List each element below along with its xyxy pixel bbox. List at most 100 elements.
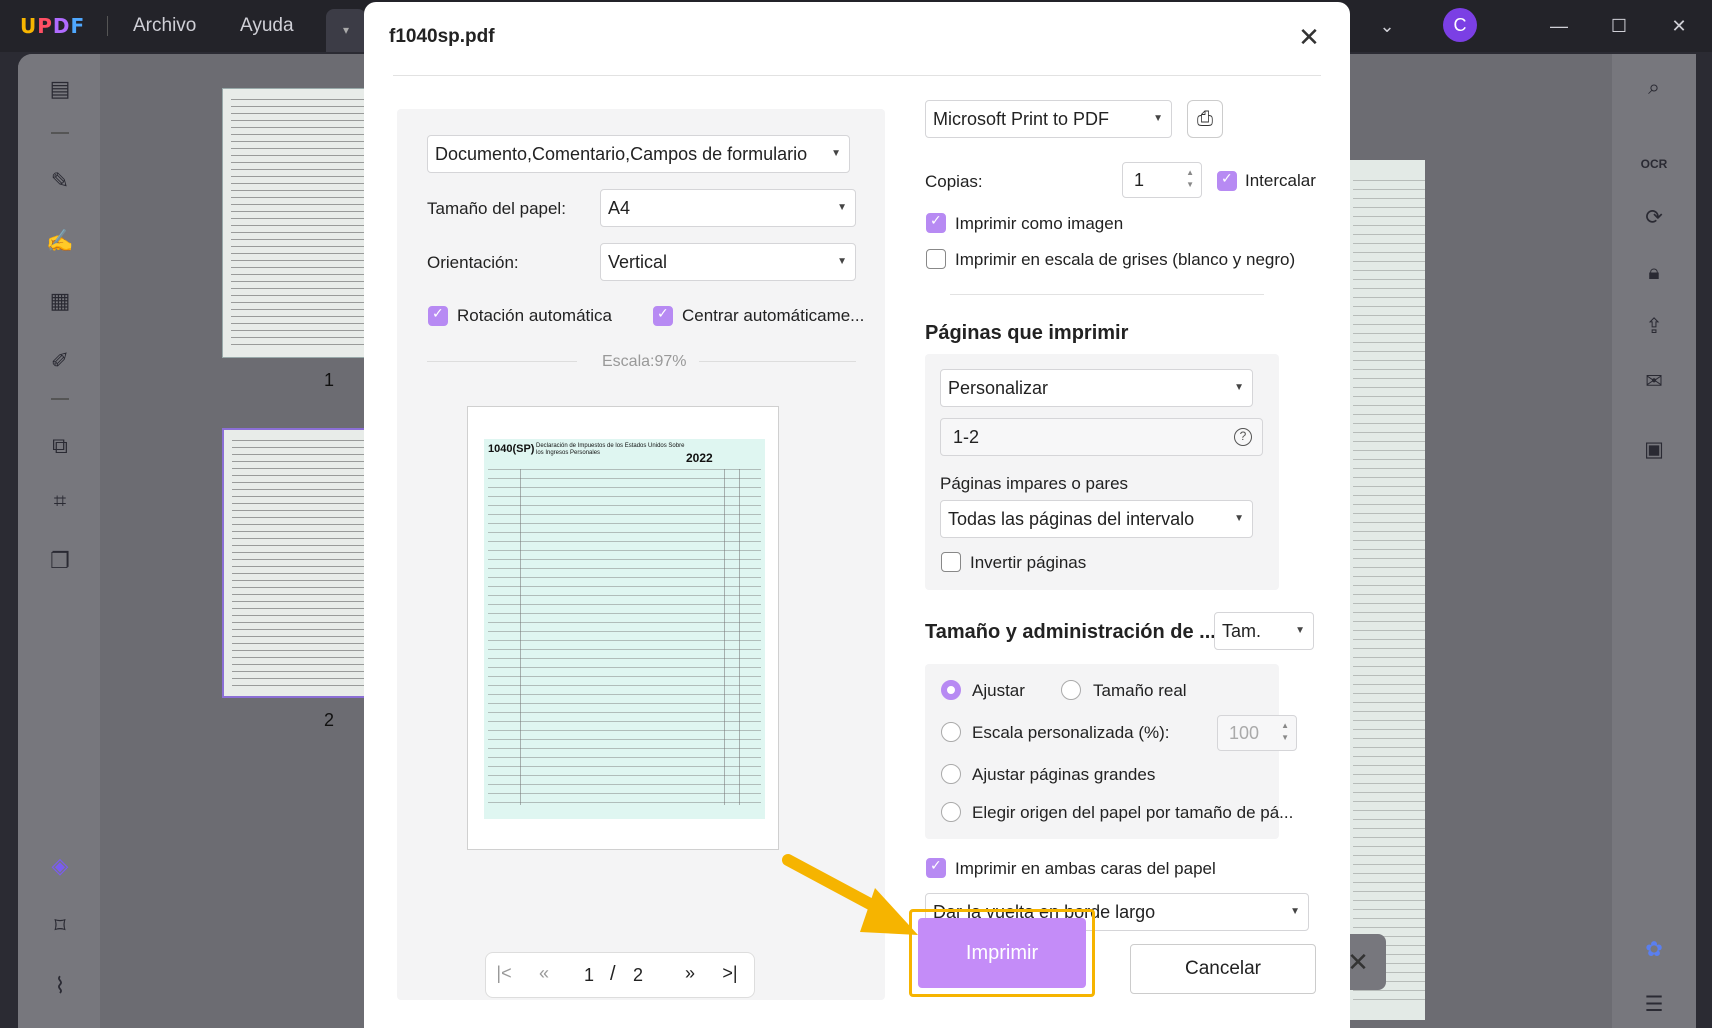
- pages-mode-select[interactable]: Personalizar ▼: [940, 369, 1253, 407]
- maximize-icon[interactable]: ☐: [1604, 11, 1634, 41]
- reader-icon[interactable]: ▤: [43, 72, 77, 106]
- printer-select[interactable]: Microsoft Print to PDF ▼: [925, 100, 1172, 138]
- organize-icon[interactable]: ⧉: [43, 429, 77, 463]
- custom-scale-radio[interactable]: [941, 722, 961, 742]
- bookmark-icon[interactable]: ⌑: [43, 909, 77, 943]
- content-select[interactable]: Documento,Comentario,Campos de formulari…: [427, 135, 850, 173]
- orientation-label: Orientación:: [427, 253, 519, 272]
- paper-source-radio[interactable]: [941, 802, 961, 822]
- paper-size-select[interactable]: A4 ▼: [600, 189, 856, 227]
- toolbar-separator: [51, 132, 69, 134]
- first-page-icon[interactable]: |<: [492, 963, 516, 984]
- content-select-value: Documento,Comentario,Campos de formulari…: [435, 144, 808, 164]
- pages-icon[interactable]: ❐: [43, 544, 77, 578]
- odd-even-value: Todas las páginas del intervalo: [948, 509, 1195, 529]
- spinner-icon[interactable]: ▲ ▼: [1186, 167, 1194, 191]
- grayscale-checkbox[interactable]: [926, 249, 946, 269]
- document-tab[interactable]: ▾: [326, 9, 366, 52]
- actual-size-radio[interactable]: [1061, 680, 1081, 700]
- menu-ayuda[interactable]: Ayuda: [240, 15, 294, 37]
- page-range-value: 1-2: [953, 427, 980, 447]
- auto-rotate-label: Rotación automática: [457, 306, 612, 325]
- thumbnail-panel: 1 2: [200, 70, 378, 1028]
- thumbnail-page-2[interactable]: [222, 428, 378, 698]
- current-page-input[interactable]: 1: [584, 965, 594, 986]
- help-icon[interactable]: ?: [1234, 428, 1252, 446]
- comment-icon[interactable]: ✎: [43, 164, 77, 198]
- caret-down-icon: ▼: [1290, 906, 1300, 917]
- window-close-icon[interactable]: ✕: [1664, 11, 1694, 41]
- reverse-pages-checkbox[interactable]: [941, 552, 961, 572]
- document-page-preview: [1345, 160, 1425, 1020]
- auto-center-checkbox[interactable]: [653, 306, 673, 326]
- email-icon[interactable]: ✉: [1638, 366, 1670, 398]
- paper-size-label: Tamaño del papel:: [427, 199, 566, 218]
- form-column-line: [739, 469, 740, 805]
- avatar[interactable]: C: [1443, 8, 1477, 42]
- orientation-value: Vertical: [608, 252, 668, 272]
- protect-icon[interactable]: 🔒︎: [1638, 257, 1670, 289]
- odd-even-label: Páginas impares o pares: [940, 474, 1129, 493]
- size-section-title: Tamaño y administración de ...: [925, 621, 1216, 643]
- form-code: 1040(SP): [488, 443, 535, 455]
- share-icon[interactable]: ⇪: [1638, 311, 1670, 343]
- next-page-icon[interactable]: »: [678, 963, 702, 984]
- thumbnail-page-1[interactable]: [222, 88, 378, 358]
- comments-panel-icon[interactable]: ☰: [1638, 989, 1670, 1021]
- last-page-icon[interactable]: >|: [718, 963, 742, 984]
- prev-page-icon[interactable]: «: [532, 963, 556, 984]
- caret-down-icon: ▼: [837, 256, 847, 267]
- orientation-select[interactable]: Vertical ▼: [600, 243, 856, 281]
- menu-archivo[interactable]: Archivo: [133, 15, 196, 37]
- layers-icon[interactable]: ◈: [43, 849, 77, 883]
- close-icon[interactable]: ✕: [1294, 22, 1324, 52]
- copies-label: Copias:: [925, 172, 983, 191]
- total-pages: 2: [633, 965, 644, 985]
- cancel-button[interactable]: Cancelar: [1130, 944, 1316, 994]
- convert-icon[interactable]: ⟳: [1638, 202, 1670, 234]
- attachment-icon[interactable]: ⌇: [43, 969, 77, 1003]
- crop-icon[interactable]: ⌗: [43, 484, 77, 518]
- printer-icon[interactable]: ⎙: [1187, 100, 1223, 138]
- pages-mode-value: Personalizar: [948, 378, 1049, 398]
- caret-down-icon: ▼: [1234, 513, 1244, 524]
- thumbnail-label: 1: [324, 370, 335, 390]
- ocr-icon[interactable]: OCR: [1638, 148, 1670, 180]
- fit-radio[interactable]: [941, 680, 961, 700]
- size-mode-select[interactable]: Tam. ▼: [1214, 612, 1314, 650]
- caret-down-icon: ▼: [1153, 113, 1163, 124]
- print-as-image-checkbox[interactable]: [926, 213, 946, 233]
- page-range-input[interactable]: 1-2 ?: [940, 418, 1263, 456]
- collate-label: Intercalar: [1245, 171, 1316, 190]
- minimize-icon[interactable]: —: [1544, 11, 1574, 41]
- form-icon[interactable]: ▦: [43, 284, 77, 318]
- custom-scale-label: Escala personalizada (%):: [972, 723, 1170, 742]
- page-separator: /: [610, 963, 616, 985]
- ai-assistant-icon[interactable]: ✿: [1638, 934, 1670, 966]
- custom-scale-input[interactable]: 100 ▲ ▼: [1217, 715, 1297, 751]
- copies-input[interactable]: 1 ▲ ▼: [1122, 162, 1202, 198]
- duplex-label: Imprimir en ambas caras del papel: [955, 859, 1216, 878]
- shrink-radio[interactable]: [941, 764, 961, 784]
- odd-even-select[interactable]: Todas las páginas del intervalo ▼: [940, 500, 1253, 538]
- save-icon[interactable]: ▣: [1638, 434, 1670, 466]
- grayscale-label: Imprimir en escala de grises (blanco y n…: [955, 250, 1296, 269]
- chevron-down-icon[interactable]: ⌄: [1372, 11, 1402, 41]
- right-toolbar: ⌕ OCR ⟳ 🔒︎ ⇪ ✉ ▣ ✿ ☰: [1612, 54, 1696, 1028]
- toolbar-separator: [51, 398, 69, 400]
- fit-label: Ajustar: [972, 681, 1025, 700]
- annotation-arrow: [782, 854, 918, 935]
- collate-checkbox[interactable]: [1217, 171, 1237, 191]
- caret-down-icon: ▼: [831, 148, 841, 159]
- spinner-icon[interactable]: ▲ ▼: [1281, 720, 1289, 744]
- auto-rotate-checkbox[interactable]: [428, 306, 448, 326]
- form-column-line: [724, 469, 725, 805]
- edit-icon[interactable]: ✍: [43, 224, 77, 258]
- sign-icon[interactable]: ✐: [43, 344, 77, 378]
- preview-pager: |< « 1 / 2 » >|: [485, 952, 755, 998]
- search-icon[interactable]: ⌕: [1638, 72, 1670, 104]
- print-button[interactable]: Imprimir: [918, 918, 1086, 988]
- reverse-pages-label: Invertir páginas: [970, 553, 1087, 572]
- actual-size-label: Tamaño real: [1093, 681, 1187, 700]
- thumbnail-label: 2: [324, 710, 335, 730]
